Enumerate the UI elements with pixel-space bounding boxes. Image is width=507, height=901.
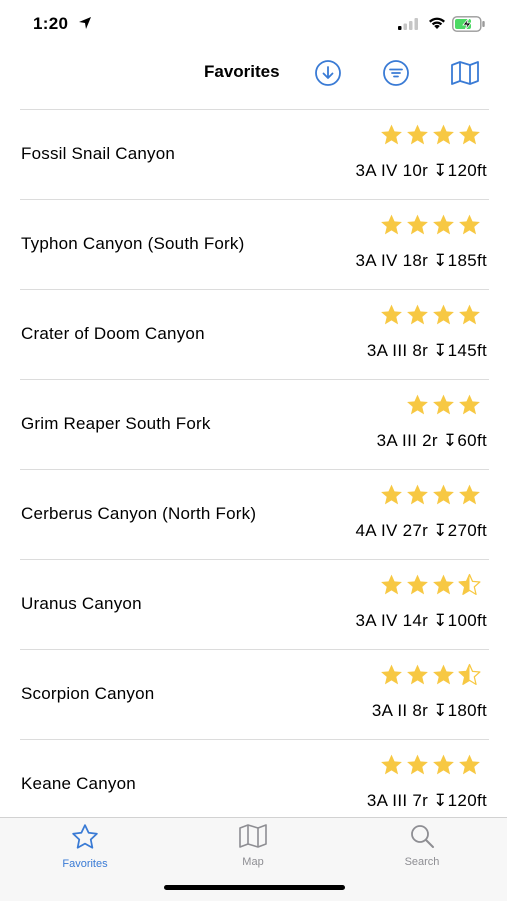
row-divider bbox=[20, 289, 489, 290]
star-icon bbox=[381, 664, 402, 685]
star-icon bbox=[407, 304, 428, 325]
filter-button[interactable] bbox=[380, 58, 412, 88]
star-icon bbox=[433, 754, 454, 775]
star-rating bbox=[379, 123, 482, 148]
canyon-stats: 4A IV 27r ↧270ft bbox=[355, 521, 487, 540]
star-icon bbox=[407, 574, 428, 595]
star-icon bbox=[407, 754, 428, 775]
row-divider bbox=[20, 649, 489, 650]
star-rating bbox=[379, 663, 482, 688]
star-icon bbox=[459, 304, 480, 325]
star-icon bbox=[407, 484, 428, 505]
canyon-name: Uranus Canyon bbox=[21, 594, 142, 613]
star-icon bbox=[407, 124, 428, 145]
location-arrow-icon bbox=[79, 17, 91, 29]
star-icon bbox=[459, 124, 480, 145]
map-icon bbox=[451, 61, 479, 85]
half-star-icon bbox=[458, 573, 481, 595]
download-icon bbox=[315, 60, 341, 86]
star-rating bbox=[379, 573, 482, 598]
navigation-bar: Favorites bbox=[0, 50, 507, 108]
star-rating bbox=[379, 213, 482, 238]
list-item[interactable]: Fossil Snail Canyon 3A IV 10r ↧120ft bbox=[0, 109, 507, 199]
home-indicator bbox=[164, 885, 345, 890]
star-icon bbox=[381, 754, 402, 775]
canyon-stats: 3A IV 10r ↧120ft bbox=[355, 161, 487, 180]
page-title: Favorites bbox=[204, 62, 280, 81]
tab-map[interactable]: Map bbox=[203, 822, 303, 872]
row-divider bbox=[20, 739, 489, 740]
list-item[interactable]: Typhon Canyon (South Fork) 3A IV 18r ↧185… bbox=[0, 199, 507, 289]
star-icon bbox=[381, 304, 402, 325]
star-icon bbox=[433, 484, 454, 505]
star-icon bbox=[433, 664, 454, 685]
list-item[interactable]: Crater of Doom Canyon 3A III 8r ↧145ft bbox=[0, 289, 507, 379]
star-icon bbox=[459, 214, 480, 235]
star-icon bbox=[381, 484, 402, 505]
row-divider bbox=[20, 109, 489, 110]
canyon-name: Keane Canyon bbox=[21, 774, 136, 793]
row-divider bbox=[20, 199, 489, 200]
tab-search[interactable]: Search bbox=[372, 822, 472, 872]
tab-favorites[interactable]: Favorites bbox=[35, 822, 135, 872]
star-icon bbox=[407, 394, 428, 415]
row-divider bbox=[20, 469, 489, 470]
tab-label-favorites: Favorites bbox=[62, 858, 108, 870]
row-divider bbox=[20, 559, 489, 560]
canyon-stats: 3A III 7r ↧120ft bbox=[366, 791, 487, 810]
canyon-name: Fossil Snail Canyon bbox=[21, 144, 176, 163]
canyon-name: Crater of Doom Canyon bbox=[21, 324, 205, 343]
canyon-name: Typhon Canyon (South Fork) bbox=[21, 234, 245, 253]
star-rating bbox=[379, 753, 482, 778]
star-icon bbox=[433, 124, 454, 145]
canyon-stats: 3A IV 18r ↧185ft bbox=[355, 251, 487, 270]
star-icon bbox=[459, 484, 480, 505]
canyon-stats: 3A II 8r ↧180ft bbox=[371, 701, 487, 720]
map-icon bbox=[239, 824, 267, 848]
favorites-list: Fossil Snail Canyon 3A IV 10r ↧120ft Typho… bbox=[0, 109, 507, 817]
canyon-stats: 3A IV 14r ↧100ft bbox=[355, 611, 487, 630]
star-icon bbox=[72, 824, 98, 849]
star-icon bbox=[459, 394, 480, 415]
star-icon bbox=[433, 304, 454, 325]
star-rating bbox=[405, 393, 482, 418]
canyon-name: Grim Reaper South Fork bbox=[21, 414, 211, 433]
star-icon bbox=[381, 214, 402, 235]
star-icon bbox=[407, 664, 428, 685]
star-icon bbox=[381, 574, 402, 595]
star-icon bbox=[459, 754, 480, 775]
canyon-name: Scorpion Canyon bbox=[21, 684, 155, 703]
tab-label-search: Search bbox=[404, 856, 440, 868]
tab-label-map: Map bbox=[242, 856, 264, 868]
star-rating bbox=[379, 303, 482, 328]
filter-icon bbox=[383, 60, 409, 86]
star-rating bbox=[379, 483, 482, 508]
battery-charging-icon bbox=[452, 16, 485, 32]
star-icon bbox=[433, 574, 454, 595]
canyon-stats: 3A III 8r ↧145ft bbox=[366, 341, 487, 360]
row-divider bbox=[20, 379, 489, 380]
list-item[interactable]: Scorpion Canyon 3A II 8r ↧180ft bbox=[0, 649, 507, 739]
signal-icon bbox=[398, 18, 418, 30]
list-item[interactable]: Grim Reaper South Fork 3A III 2r ↧60ft bbox=[0, 379, 507, 469]
map-view-button[interactable] bbox=[449, 58, 481, 88]
wifi-icon bbox=[429, 17, 445, 29]
canyon-stats: 3A III 2r ↧60ft bbox=[376, 431, 487, 450]
status-bar: 1:20 bbox=[0, 0, 507, 50]
search-icon bbox=[411, 825, 434, 848]
half-star-icon bbox=[458, 663, 481, 685]
download-button[interactable] bbox=[312, 58, 344, 88]
star-icon bbox=[407, 214, 428, 235]
canyon-name: Cerberus Canyon (North Fork) bbox=[21, 504, 257, 523]
list-item[interactable]: Uranus Canyon 3A IV 14r ↧100ft bbox=[0, 559, 507, 649]
list-item[interactable]: Cerberus Canyon (North Fork) 4A IV 27r ↧2… bbox=[0, 469, 507, 559]
star-icon bbox=[433, 394, 454, 415]
status-time: 1:20 bbox=[33, 14, 69, 33]
list-item[interactable]: Keane Canyon 3A III 7r ↧120ft bbox=[0, 739, 507, 817]
star-icon bbox=[381, 124, 402, 145]
star-icon bbox=[433, 214, 454, 235]
